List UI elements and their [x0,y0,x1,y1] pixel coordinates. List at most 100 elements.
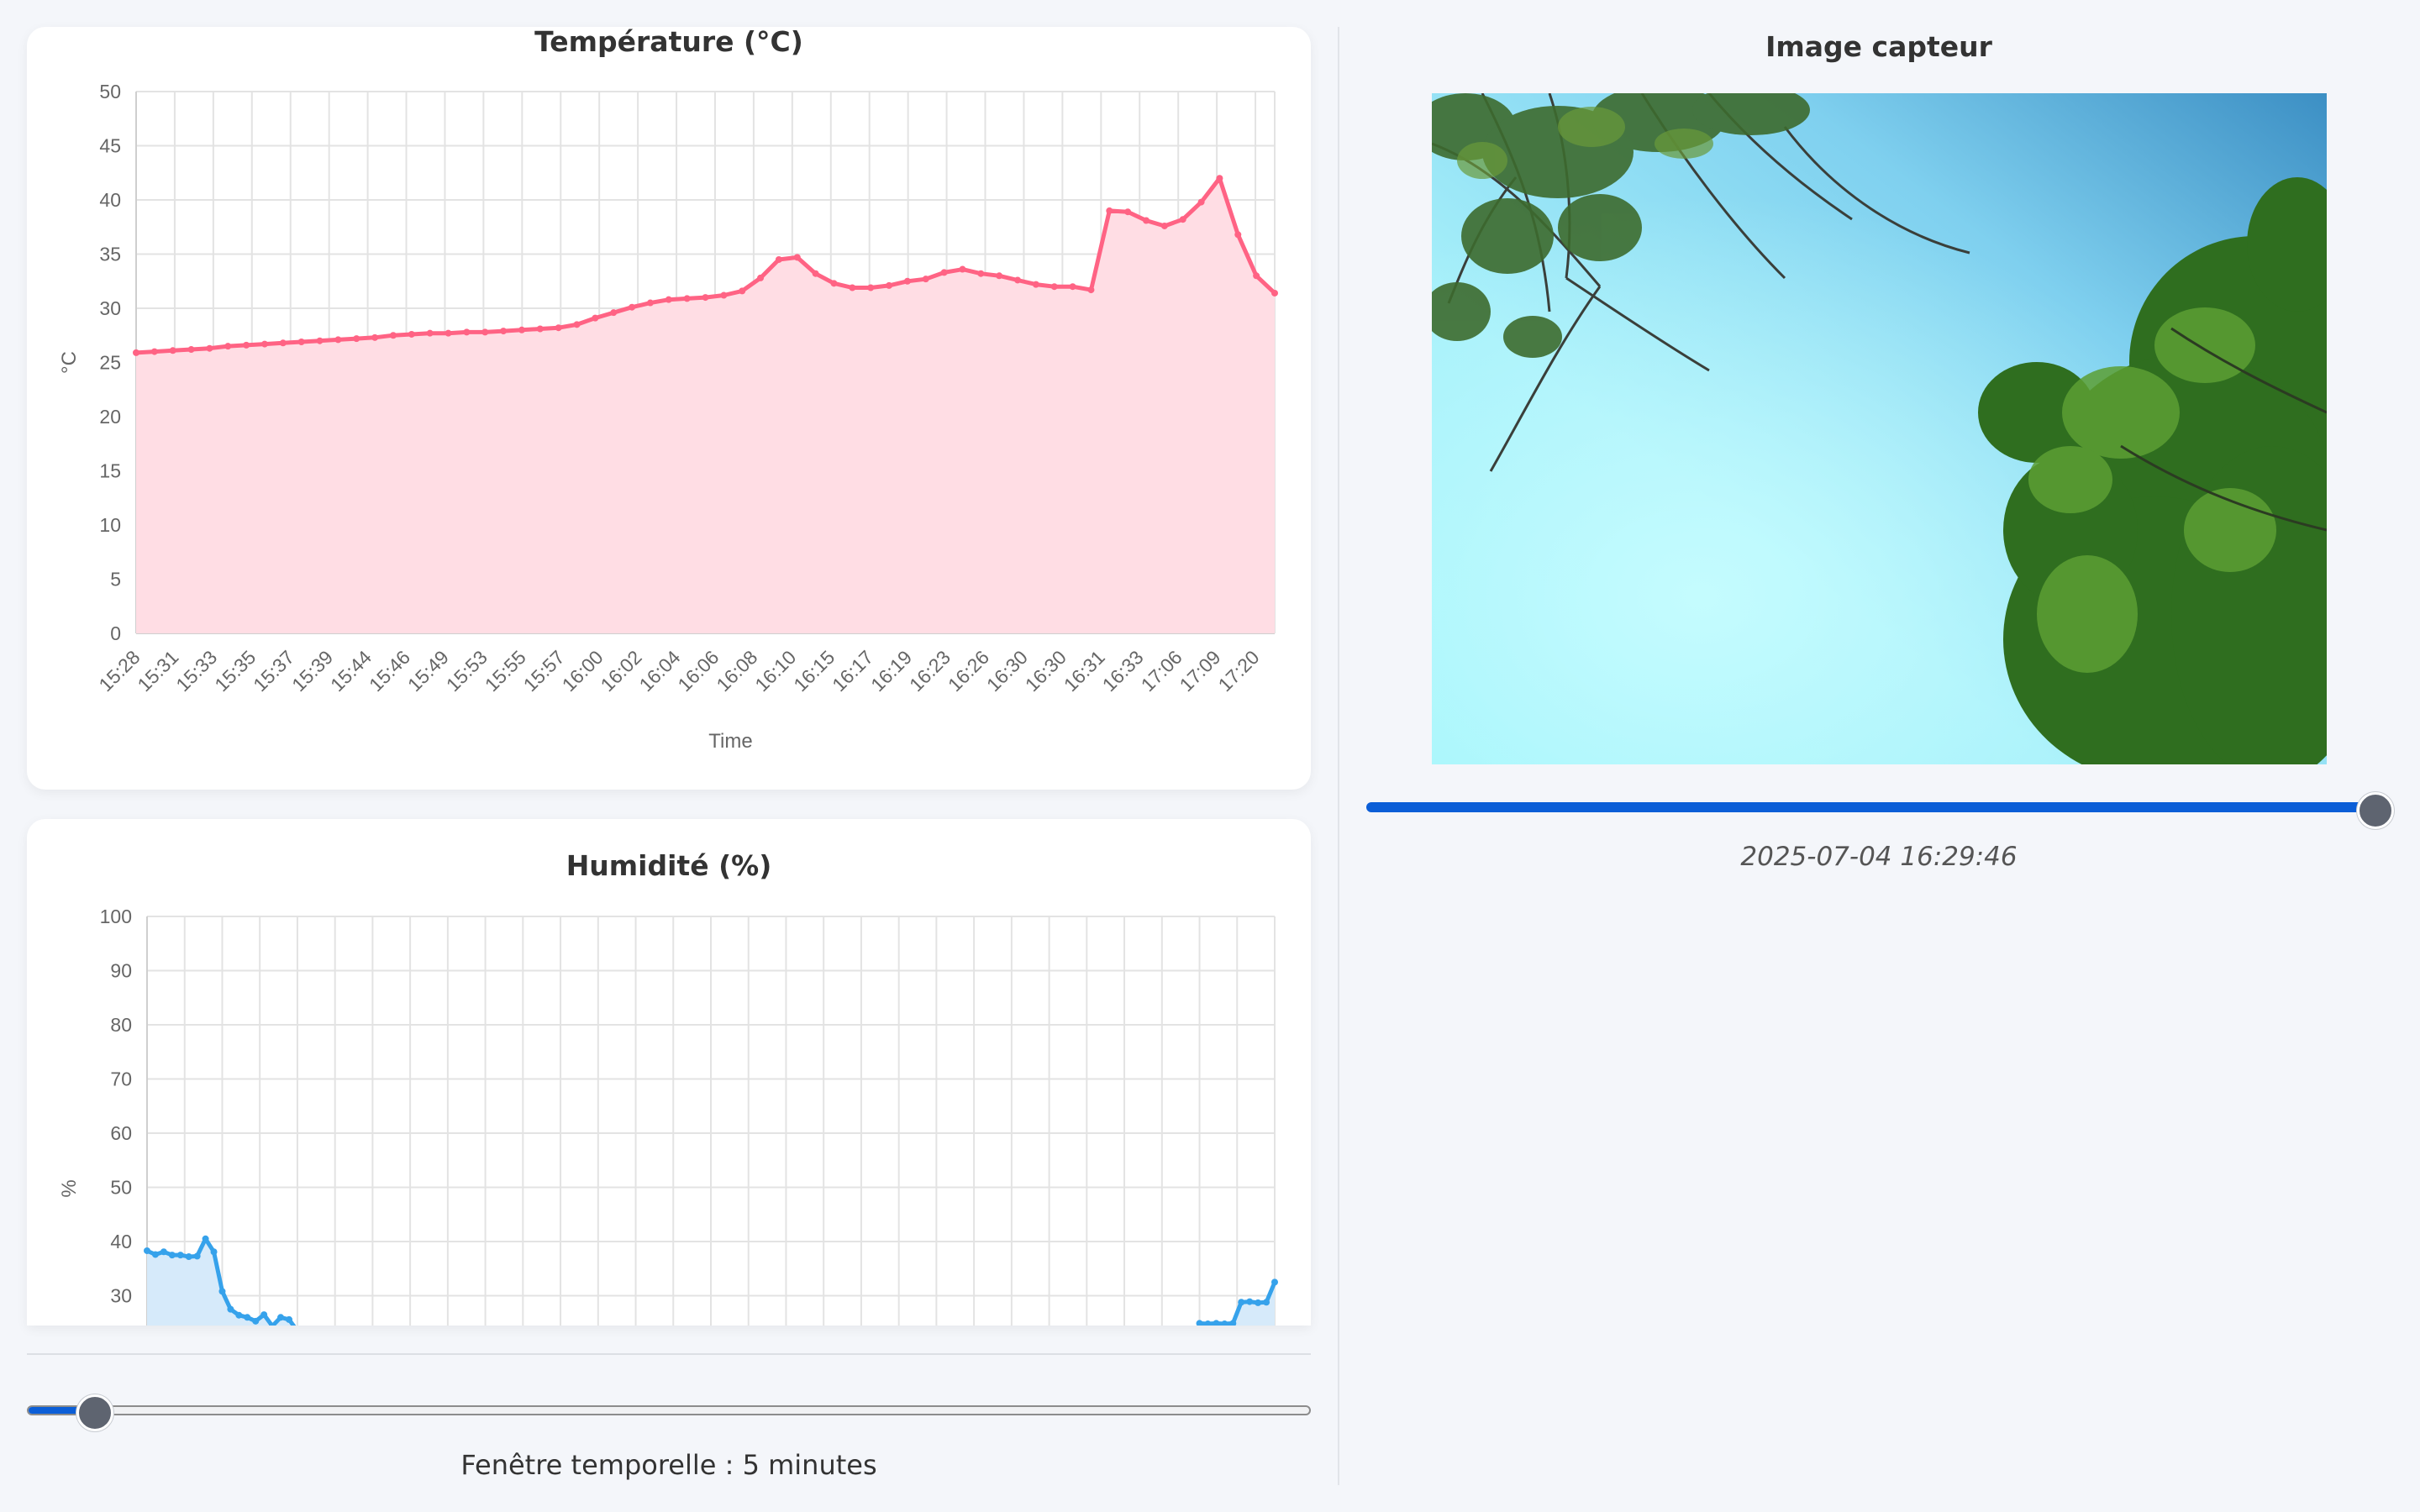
x-tick-label: 16:00 [558,646,608,696]
data-point [1087,286,1095,294]
x-tick-label: 15:55 [481,646,530,696]
data-point [277,1314,285,1321]
data-point [1069,283,1076,291]
data-point [940,269,948,276]
data-point [218,1288,226,1295]
x-tick-label: 15:37 [249,646,298,696]
data-point [235,1311,243,1319]
data-point [176,1252,184,1259]
y-tick-label: 50 [110,1177,132,1199]
data-point [849,284,856,291]
data-point [224,343,232,350]
data-point [169,347,176,354]
y-tick-label: 100 [100,906,132,927]
x-tick-label: 15:57 [519,646,569,696]
data-point [1143,217,1150,224]
data-point [150,348,158,355]
data-point [1050,283,1058,291]
data-point [1271,1278,1278,1286]
y-tick-label: 60 [110,1122,132,1144]
humidity-chart-card: Humidité (%) 30 40 50 60 70 80 90 100% [27,819,1311,1326]
y-axis-title: °C [58,351,81,374]
data-point [977,270,985,277]
data-point [1246,1298,1254,1305]
data-point [757,274,765,281]
data-point [555,324,562,332]
data-point [260,1311,268,1319]
image-history-slider-fill[interactable] [1366,802,2375,812]
data-point [1106,207,1113,214]
data-point [1253,272,1260,280]
time-window-slider-track[interactable] [27,1405,1311,1415]
sensor-image [1432,93,2327,764]
data-point [133,349,139,356]
data-point [243,341,250,349]
data-point [1204,1320,1212,1326]
x-tick-label: 16:15 [789,646,839,696]
data-point [151,1251,159,1258]
data-point [1032,281,1039,288]
data-point [1197,198,1205,206]
x-tick-label: 15:53 [442,646,492,696]
x-tick-label: 15:39 [287,646,337,696]
y-tick-label: 90 [110,960,132,982]
image-timestamp: 2025-07-04 16:29:46 [1740,842,2018,872]
data-point [702,294,709,302]
data-point [371,333,379,341]
data-point [1271,289,1278,297]
x-tick-label: 17:09 [1176,646,1225,696]
data-point [1238,1299,1245,1306]
data-point [1014,276,1022,284]
data-point [903,277,911,285]
data-point [646,299,654,307]
data-point [144,1247,150,1254]
x-axis-title: Time [708,730,752,753]
x-tick-label: 15:31 [133,646,182,696]
data-point [187,346,195,354]
data-point [536,325,544,333]
data-point [793,254,801,261]
data-point [665,296,672,303]
data-point [193,1252,201,1260]
data-point [996,272,1003,280]
y-tick-label: 25 [99,352,121,374]
x-tick-label: 15:44 [326,646,376,696]
x-tick-label: 15:49 [403,646,453,696]
x-tick-label: 16:26 [944,646,993,696]
x-tick-label: 17:20 [1213,646,1263,696]
data-point [1179,216,1186,223]
data-point [830,280,838,287]
data-point [518,326,525,333]
data-point [1124,208,1132,216]
data-point [168,1252,176,1259]
y-tick-label: 35 [99,244,121,265]
y-tick-label: 40 [110,1231,132,1252]
data-point [1160,222,1168,229]
data-point [629,303,636,311]
x-tick-label: 16:30 [1021,646,1071,696]
time-window-slider-thumb[interactable] [76,1394,113,1431]
image-history-slider-thumb[interactable] [2357,792,2394,829]
data-point [922,276,929,283]
data-point [206,344,213,352]
data-point [353,335,360,343]
y-tick-label: 30 [110,1285,132,1307]
x-tick-label: 16:31 [1060,646,1109,696]
sensor-image-title: Image capteur [1765,30,1992,63]
data-point [1255,1299,1262,1306]
temperature-chart: 0 5 10 15 20 25 30 35 40 45 50 15:2815:3115:3315:35… [58,81,1278,753]
data-point [775,255,782,263]
time-window-label: Fenêtre temporelle : 5 minutes [460,1449,877,1481]
x-tick-label: 16:02 [597,646,646,696]
data-point [1216,175,1223,182]
x-tick-label: 16:08 [712,646,761,696]
data-point [610,309,618,317]
data-point [573,321,581,328]
temperature-area [136,178,1275,633]
y-tick-label: 15 [99,460,121,482]
x-tick-label: 16:04 [634,646,684,696]
data-point [160,1248,167,1256]
y-tick-label: 20 [99,406,121,428]
data-point [279,339,287,347]
x-tick-label: 16:30 [982,646,1032,696]
